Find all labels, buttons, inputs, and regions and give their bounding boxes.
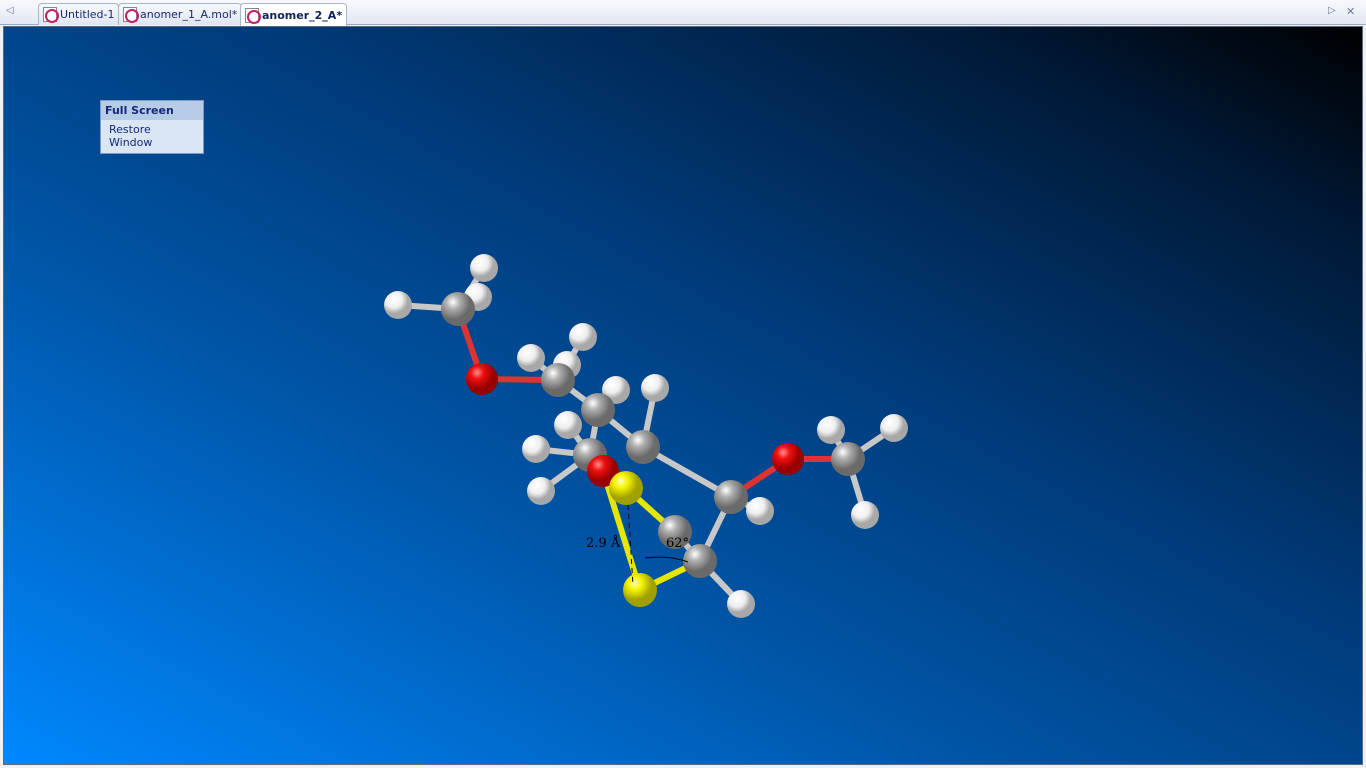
sulfur-atom[interactable] <box>623 573 657 607</box>
angle-label: 62° <box>666 536 689 551</box>
hydrogen-atom[interactable] <box>527 477 555 505</box>
hydrogen-atom[interactable] <box>522 435 550 463</box>
molecule-model[interactable]: 2.9 Å 62° <box>0 0 1366 768</box>
carbon-atom[interactable] <box>581 393 615 427</box>
hydrogen-atom[interactable] <box>384 291 412 319</box>
hydrogen-atom[interactable] <box>851 501 879 529</box>
restore-window-button[interactable]: Restore Window <box>101 120 203 153</box>
carbon-atom[interactable] <box>441 292 475 326</box>
hydrogen-atom[interactable] <box>569 323 597 351</box>
carbon-atom[interactable] <box>714 480 748 514</box>
oxygen-atom[interactable] <box>466 363 498 395</box>
hydrogen-atom[interactable] <box>641 374 669 402</box>
hydrogen-atom[interactable] <box>727 590 755 618</box>
hydrogen-atom[interactable] <box>880 414 908 442</box>
hydrogen-atom[interactable] <box>746 497 774 525</box>
hydrogen-atom[interactable] <box>817 416 845 444</box>
distance-label: 2.9 Å <box>586 535 621 551</box>
menu-header: Full Screen <box>101 101 203 120</box>
oxygen-atom[interactable] <box>772 443 804 475</box>
sulfur-atom[interactable] <box>609 471 643 505</box>
angle-arc <box>644 556 689 563</box>
carbon-atom[interactable] <box>831 442 865 476</box>
hydrogen-atom[interactable] <box>470 254 498 282</box>
full-screen-menu: Full Screen Restore Window <box>100 100 204 154</box>
hydrogen-atom[interactable] <box>554 411 582 439</box>
carbon-atom[interactable] <box>541 363 575 397</box>
hydrogen-atom[interactable] <box>517 344 545 372</box>
carbon-atom[interactable] <box>626 430 660 464</box>
